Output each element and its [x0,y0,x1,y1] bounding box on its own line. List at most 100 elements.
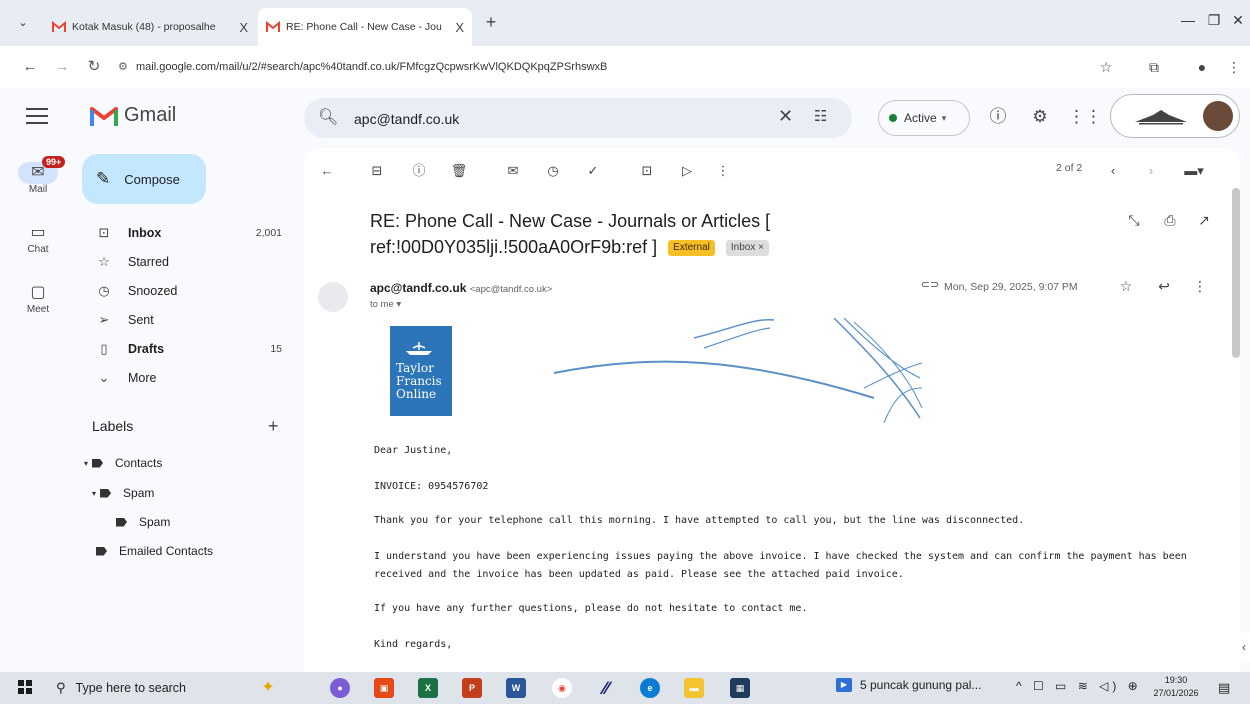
caret-icon[interactable]: ▾ [92,489,96,498]
label-item-spam[interactable]: ▾ Spam [92,486,154,500]
chrome-icon[interactable]: ◉ [552,678,572,698]
main-menu-icon[interactable] [26,108,48,124]
excel-icon[interactable]: X [418,678,438,698]
delete-icon[interactable]: 🗑︎ [448,160,470,182]
collapse-all-icon[interactable]: ⤡ [1124,212,1144,229]
organization-logo-icon [1135,110,1187,125]
search-options-icon[interactable]: ☷ [814,107,827,125]
gmail-logo[interactable]: Gmail [90,104,176,127]
label-tag-icon [92,458,104,468]
snooze-icon[interactable]: ◷ [542,160,564,182]
search-icon[interactable]: 🔍︎ [318,107,338,127]
bookmark-star-icon[interactable]: ☆ [1096,57,1116,77]
search-input[interactable] [352,106,736,132]
notification-icon[interactable]: ▤ [1218,680,1230,696]
browser-menu-icon[interactable]: ⋮ [1224,57,1244,77]
nav-item-starred[interactable]: ☆ Starred [80,247,290,276]
minimize-icon[interactable]: — [1176,12,1200,28]
older-icon[interactable]: › [1140,160,1162,182]
word-icon[interactable]: W [506,678,526,698]
recipient-dropdown[interactable]: to me ▾ [370,299,401,310]
file-app-icon[interactable]: ▣ [374,678,394,698]
url-field[interactable]: ⚙ mail.google.com/mail/u/2/#search/apc%40… [118,56,1078,78]
add-label-button[interactable]: + [268,416,279,437]
tab-search-chevron-icon[interactable]: ⌄ [10,10,36,34]
tab-phone-call[interactable]: RE: Phone Call - New Case - Jou X [258,8,472,46]
copilot-app-icon[interactable]: ● [330,678,350,698]
forward-icon[interactable]: → [52,57,72,77]
tab-close-icon[interactable]: X [455,20,464,35]
label-item-emailed-contacts[interactable]: Emailed Contacts [96,544,213,558]
label-icon[interactable]: ▷ [676,160,698,182]
new-tab-button[interactable]: + [480,12,502,33]
caret-icon[interactable]: ▾ [84,459,88,468]
logo-line: Online [396,387,437,401]
star-icon[interactable]: ☆ [1116,278,1136,295]
report-spam-icon[interactable]: ⓘ [408,160,430,182]
rail-item-chat[interactable]: ▭ Chat [12,222,64,255]
open-new-window-icon[interactable]: ↗ [1194,212,1214,229]
keyboard-input-icon[interactable]: ▬▾ [1176,160,1212,182]
gmail-app: Gmail 🔍︎ ✕ ☷ Active ▾ ⓘ ⚙ ⋮⋮ ✉ 99+ Mail … [0,88,1250,672]
taskbar-clock[interactable]: 19:30 27/01/2026 [1146,674,1206,700]
help-icon[interactable]: ⓘ [986,105,1010,129]
side-panel-toggle-icon[interactable]: ‹ [1238,632,1250,662]
profile-icon[interactable]: ● [1192,57,1212,77]
taskbar-media-item[interactable]: ▶ 5 puncak gunung pal... [836,678,981,692]
move-to-icon[interactable]: ⊡ [636,160,658,182]
mark-unread-icon[interactable]: ✉ [502,160,524,182]
taskbar-search[interactable]: ⚲ Type here to search [56,676,236,700]
newer-icon[interactable]: ‹ [1102,160,1124,182]
label-item-contacts[interactable]: ▾ Contacts [84,456,162,470]
status-label: Active [904,111,937,125]
reload-icon[interactable]: ↻ [84,57,104,77]
nav-item-more[interactable]: ⌄ More [80,363,290,392]
archive-icon[interactable]: ⊟ [366,160,388,182]
clear-search-icon[interactable]: ✕ [778,106,793,127]
label-text: Emailed Contacts [119,544,214,558]
inbox-label-chip[interactable]: Inbox × [725,240,769,257]
sender-address: <apc@tandf.co.uk> [469,284,553,295]
nav-label: Snoozed [128,283,178,298]
add-task-icon[interactable]: ✓ [582,160,604,182]
restore-icon[interactable]: ❐ [1202,12,1226,29]
label-item-spam-sub[interactable]: Spam [116,515,170,529]
apps-grid-icon[interactable]: ⋮⋮ [1068,105,1102,129]
rail-item-meet[interactable]: ▢ Meet [12,282,64,315]
windows-start-icon[interactable] [18,680,32,694]
reply-icon[interactable]: ↩ [1154,278,1174,295]
more-options-icon[interactable]: ⋮ [712,160,734,182]
tab-kotak-masuk[interactable]: Kotak Masuk (48) - proposalhe X [44,8,256,46]
clock-date: 27/01/2026 [1153,688,1199,698]
search-icon: ⚲ [56,680,66,695]
tab-title: RE: Phone Call - New Case - Jou [286,21,442,33]
pen-app-icon[interactable]: ∕∕ [596,678,616,698]
extensions-icon[interactable]: ⧉ [1144,57,1164,77]
file-explorer-icon[interactable]: ▬ [684,678,704,698]
settings-gear-icon[interactable]: ⚙ [1028,105,1052,129]
rail-item-mail[interactable]: ✉ 99+ Mail [12,156,66,195]
edge-icon[interactable]: e [640,678,660,698]
account-switcher[interactable] [1110,94,1240,138]
tab-close-icon[interactable]: X [239,20,248,35]
status-dropdown[interactable]: Active ▾ [878,100,970,136]
system-tray-icons[interactable]: ^ ☐ ▭ ≋ ◁) ⊕ [1016,679,1142,693]
print-icon[interactable]: ⎙ [1160,212,1180,229]
scrollbar-thumb[interactable] [1232,188,1240,358]
nav-item-snoozed[interactable]: ◷ Snoozed [80,276,290,305]
media-app-icon[interactable]: ▦ [730,678,750,698]
send-icon: ➢ [98,311,110,327]
back-to-list-icon[interactable]: ← [316,160,338,182]
nav-item-drafts[interactable]: ▯ Drafts 15 [80,334,290,363]
compose-button[interactable]: ✎ Compose [82,154,206,204]
nav-item-inbox[interactable]: ⊡ Inbox 2,001 [80,218,290,247]
back-icon[interactable]: ← [20,57,40,77]
nav-item-sent[interactable]: ➢ Sent [80,305,290,334]
body-paragraph-2b: received and the invoice has been update… [374,569,904,580]
close-window-icon[interactable]: ✕ [1226,12,1250,29]
copilot-sparkle-icon[interactable]: ✦ [258,678,278,698]
more-vert-icon[interactable]: ⋮ [1190,278,1210,295]
powerpoint-icon[interactable]: P [462,678,482,698]
site-info-icon[interactable]: ⚙ [118,56,136,78]
url-text: mail.google.com/mail/u/2/#search/apc%40t… [136,61,608,73]
